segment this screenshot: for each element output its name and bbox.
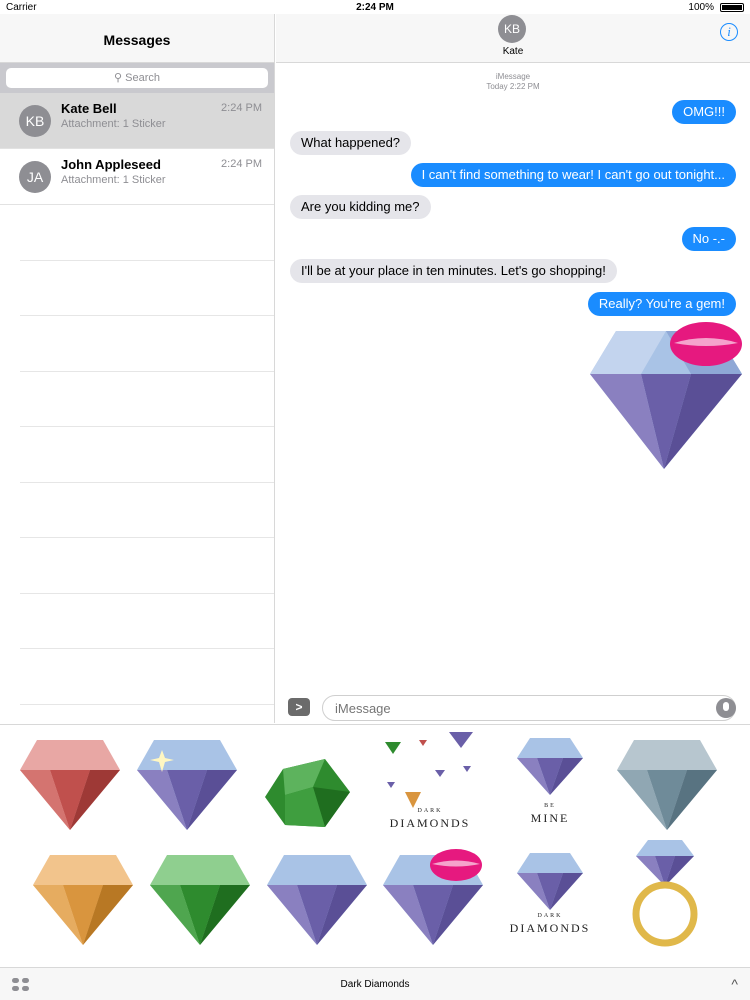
sent-diamond-kiss-sticker[interactable] bbox=[586, 319, 746, 474]
list-divider bbox=[20, 483, 274, 538]
list-divider bbox=[20, 316, 274, 372]
message-preview: Attachment: 1 Sticker bbox=[61, 174, 166, 186]
message-preview: Attachment: 1 Sticker bbox=[61, 118, 166, 130]
dark-diamond-icon bbox=[517, 853, 583, 910]
list-divider bbox=[20, 261, 274, 316]
ruby-diamond-icon bbox=[20, 740, 120, 830]
messages-title: Messages bbox=[0, 14, 274, 63]
contact-name[interactable]: Kate bbox=[276, 46, 750, 57]
sticker-pack-title: Dark Diamonds bbox=[340, 979, 410, 990]
emerald-gem-icon bbox=[265, 759, 350, 827]
contact-avatar[interactable]: KB bbox=[498, 15, 526, 43]
message-bubble-out[interactable]: I can't find something to wear! I can't … bbox=[410, 163, 736, 187]
conversation-timestamp: Today 2:22 PM bbox=[486, 82, 540, 91]
sticker-tray: DARK DIAMONDS BE MINE DARK DIAMONDS bbox=[0, 724, 750, 967]
emerald-diamond-sticker[interactable] bbox=[145, 845, 255, 955]
contact-name: Kate Bell bbox=[61, 101, 117, 116]
info-icon[interactable]: i bbox=[720, 23, 738, 41]
message-time: 2:24 PM bbox=[221, 102, 262, 114]
sapphire-sparkle-diamond-sticker[interactable] bbox=[132, 730, 242, 840]
list-divider bbox=[20, 205, 274, 261]
chat-panel: KB Kate i iMessage Today 2:22 PM OMG!!! … bbox=[276, 14, 750, 723]
blue-diamond-sticker[interactable] bbox=[262, 845, 372, 955]
battery-percent: 100% bbox=[688, 2, 714, 13]
sapphire-diamond-icon bbox=[137, 740, 237, 830]
app-drawer-bar: Dark Diamonds ^ bbox=[0, 967, 750, 1000]
contact-name: John Appleseed bbox=[61, 157, 161, 172]
chat-header: KB Kate i bbox=[276, 14, 750, 63]
conversation-kate-bell[interactable]: KB Kate Bell Attachment: 1 Sticker 2:24 … bbox=[0, 93, 274, 149]
dark-small-label: DARK bbox=[417, 808, 443, 814]
diamond-ring-sticker[interactable] bbox=[610, 838, 720, 948]
microphone-icon[interactable] bbox=[716, 698, 736, 718]
message-bubble-out[interactable]: No -.- bbox=[681, 227, 736, 251]
avatar: KB bbox=[19, 105, 51, 137]
diamonds-label: DIAMONDS bbox=[389, 816, 471, 830]
message-bubble-in[interactable]: I'll be at your place in ten minutes. Le… bbox=[290, 259, 617, 283]
grey-diamond-icon bbox=[617, 740, 717, 830]
apps-toggle-button[interactable]: > bbox=[288, 698, 310, 716]
service-label: iMessage bbox=[495, 72, 531, 81]
mine-label: MINE bbox=[530, 811, 570, 825]
emerald-diamond-icon bbox=[150, 855, 250, 945]
message-time: 2:24 PM bbox=[221, 158, 262, 170]
search-input[interactable]: ⚲ Search bbox=[6, 68, 268, 88]
empty-list-area bbox=[0, 205, 274, 705]
topaz-diamond-sticker[interactable] bbox=[28, 845, 138, 955]
search-bar: ⚲ Search bbox=[0, 63, 274, 93]
message-bubble-in[interactable]: What happened? bbox=[290, 131, 412, 155]
search-placeholder: Search bbox=[125, 72, 160, 84]
battery-icon bbox=[720, 3, 744, 12]
message-bubble-out[interactable]: Really? You're a gem! bbox=[587, 292, 736, 316]
list-divider bbox=[20, 649, 274, 705]
list-divider bbox=[20, 538, 274, 594]
status-bar: Carrier 2:24 PM 100% bbox=[0, 0, 750, 14]
be-label: BE bbox=[544, 803, 556, 809]
message-bubble-out[interactable]: OMG!!! bbox=[672, 100, 736, 124]
blue-diamond-icon bbox=[267, 855, 367, 945]
compose-bar: > bbox=[276, 694, 750, 723]
grey-diamond-sticker[interactable] bbox=[612, 730, 722, 840]
ruby-diamond-sticker[interactable] bbox=[15, 730, 125, 840]
conversation-john-appleseed[interactable]: JA John Appleseed Attachment: 1 Sticker … bbox=[0, 149, 274, 205]
message-bubble-in[interactable]: Are you kidding me? bbox=[290, 195, 431, 219]
dark-diamonds-sticker[interactable]: DARK DIAMONDS bbox=[495, 845, 605, 955]
dark-small-label: DARK bbox=[537, 913, 563, 919]
list-divider bbox=[20, 372, 274, 427]
list-divider bbox=[20, 594, 274, 649]
expand-chevron-icon[interactable]: ^ bbox=[731, 976, 738, 992]
diamond-kiss-icon bbox=[383, 849, 483, 945]
clock: 2:24 PM bbox=[356, 2, 394, 13]
avatar: JA bbox=[19, 161, 51, 193]
conversation-list-panel: Messages ⚲ Search KB Kate Bell Attachmen… bbox=[0, 14, 275, 723]
diamond-kiss-sticker[interactable] bbox=[378, 843, 488, 953]
diamond-ring-icon bbox=[632, 840, 698, 947]
emerald-sticker[interactable] bbox=[255, 747, 365, 857]
topaz-diamond-icon bbox=[33, 855, 133, 945]
be-mine-sticker[interactable]: BE MINE bbox=[495, 730, 605, 840]
message-input[interactable] bbox=[322, 695, 736, 721]
list-divider bbox=[20, 427, 274, 483]
diamond-kiss-icon bbox=[590, 322, 742, 469]
diamonds-label: DIAMONDS bbox=[509, 921, 591, 935]
dark-diamonds-logo-sticker[interactable]: DARK DIAMONDS bbox=[375, 730, 485, 840]
search-icon: ⚲ bbox=[114, 72, 123, 84]
